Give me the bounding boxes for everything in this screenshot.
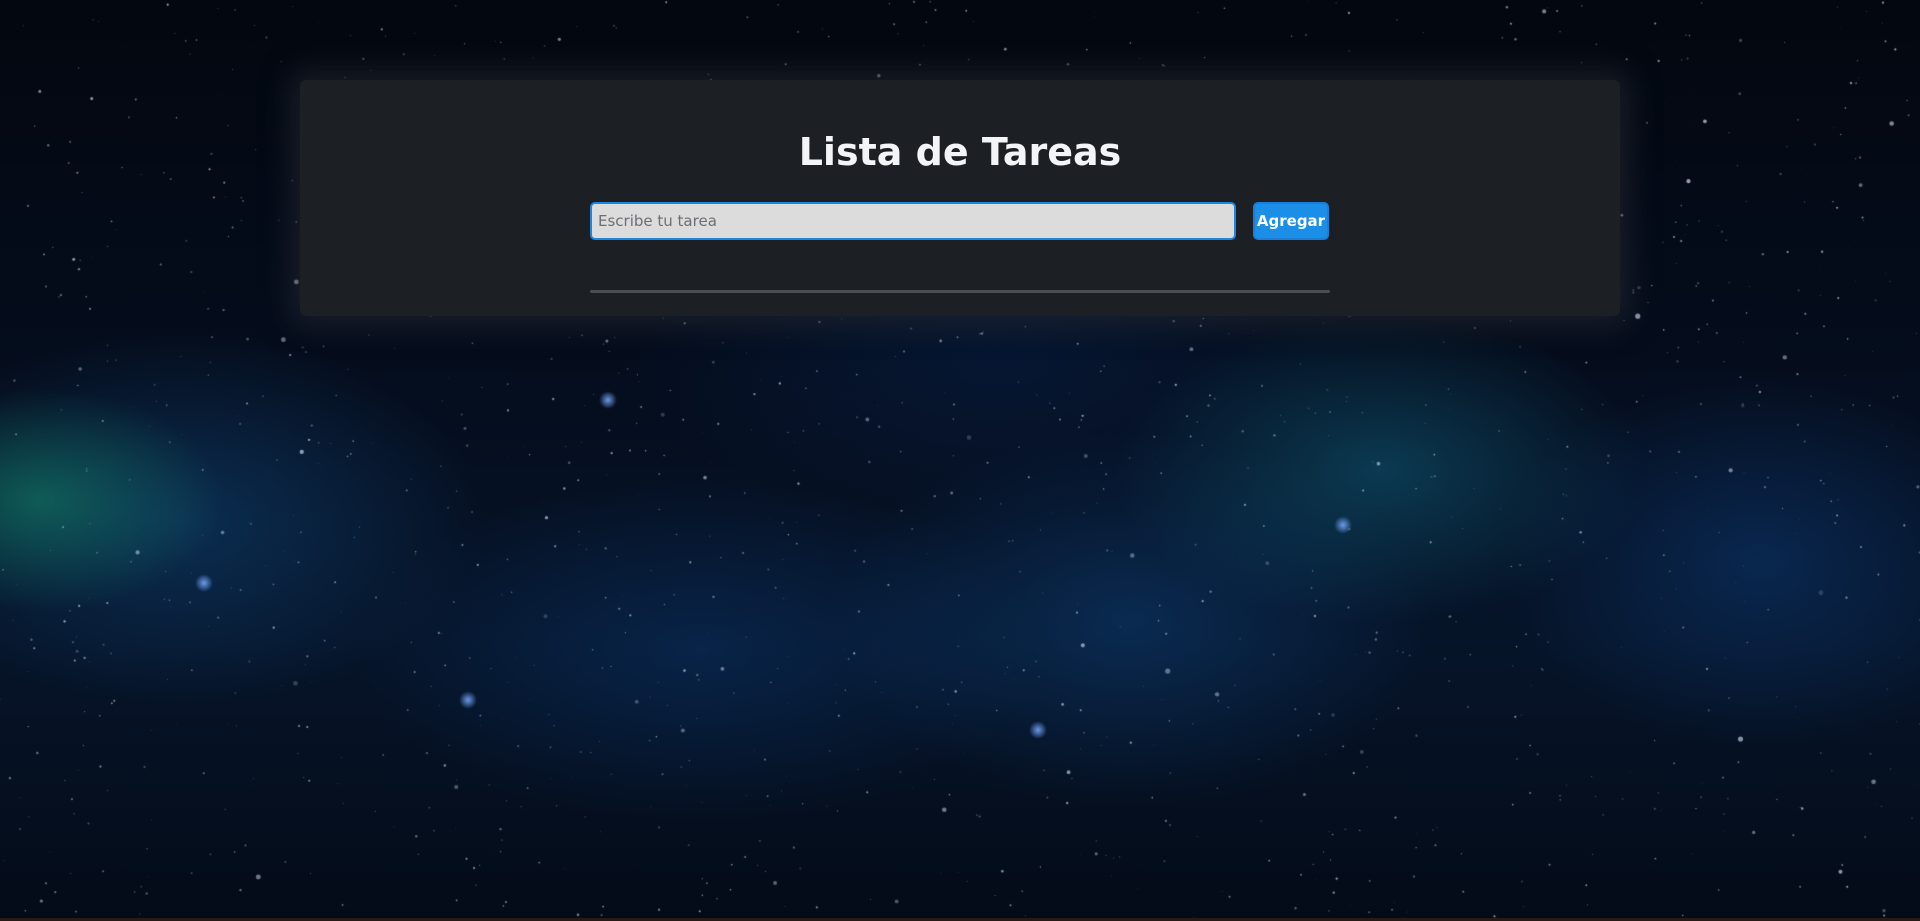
add-task-button[interactable]: Agregar (1253, 202, 1329, 240)
task-input[interactable] (590, 202, 1236, 240)
page-title: Lista de Tareas (798, 130, 1122, 174)
task-list-divider (590, 290, 1330, 293)
todo-card: Lista de Tareas Agregar (300, 80, 1620, 316)
